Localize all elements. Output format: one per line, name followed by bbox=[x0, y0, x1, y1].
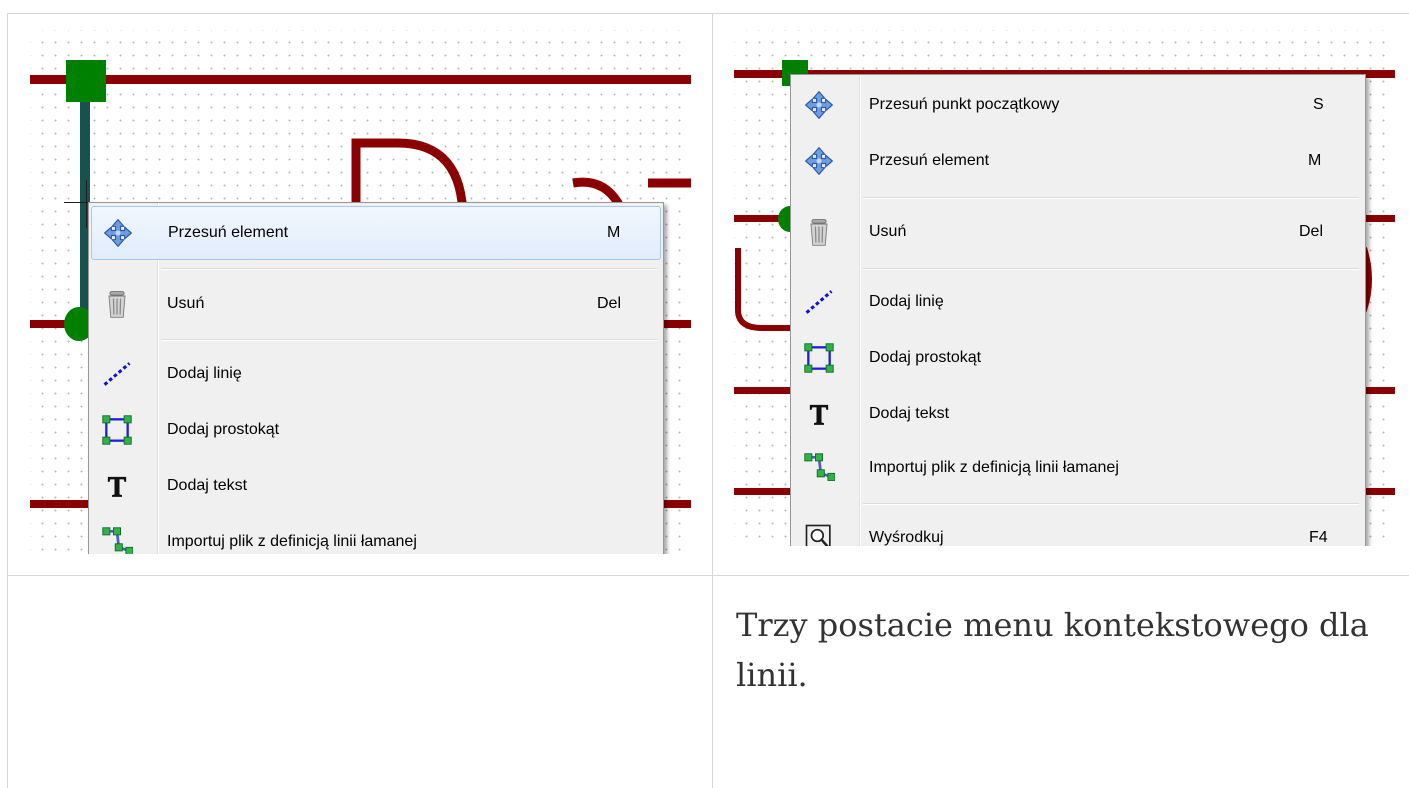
menu-item-label: Usuń bbox=[167, 295, 205, 312]
menu-item-label: Dodaj tekst bbox=[869, 405, 950, 422]
start-point-handle[interactable] bbox=[66, 60, 106, 102]
left-screenshot: Przesuń element M Usuń Del Dodaj linię D… bbox=[30, 30, 691, 554]
menu-separator bbox=[161, 339, 657, 341]
move-icon bbox=[801, 87, 837, 123]
context-menu-right: Przesuń punkt początkowy S Przesuń eleme… bbox=[790, 74, 1366, 546]
menu-item-delete[interactable]: Usuń Del bbox=[91, 277, 661, 331]
menu-item-shortcut: S bbox=[1313, 96, 1324, 113]
menu-item-delete[interactable]: Usuń Del bbox=[793, 205, 1363, 259]
menu-item-shortcut: Del bbox=[597, 295, 622, 312]
menu-item-label: Przesuń element bbox=[168, 224, 289, 241]
menu-item-move-element[interactable]: Przesuń element M bbox=[793, 134, 1363, 188]
menu-item-shortcut: Del bbox=[1299, 223, 1324, 240]
menu-item-add-line[interactable]: Dodaj linię bbox=[793, 275, 1363, 329]
menu-item-label: Importuj plik z definicją linii łamanej bbox=[167, 533, 417, 550]
menu-separator bbox=[161, 268, 657, 270]
wire-top bbox=[30, 75, 691, 84]
menu-separator bbox=[863, 503, 1359, 505]
table-divider-vertical bbox=[712, 13, 713, 788]
menu-item-shortcut: M bbox=[1308, 152, 1322, 169]
add-rectangle-icon bbox=[801, 340, 837, 376]
menu-item-move-element[interactable]: Przesuń element M bbox=[91, 206, 661, 260]
menu-item-label: Dodaj prostokąt bbox=[167, 421, 280, 438]
move-icon bbox=[100, 215, 136, 251]
add-rectangle-icon bbox=[99, 412, 135, 448]
caption-text: Trzy postacie menu kontekstowego dla lin… bbox=[736, 606, 1369, 694]
menu-item-move-start-point[interactable]: Przesuń punkt początkowy S bbox=[793, 78, 1363, 132]
trash-icon bbox=[99, 286, 135, 322]
menu-item-import-polyline[interactable]: Importuj plik z definicją linii łamanej bbox=[91, 515, 661, 554]
import-polyline-icon bbox=[801, 450, 837, 486]
menu-item-label: Dodaj linię bbox=[167, 365, 242, 382]
menu-item-label: Przesuń element bbox=[869, 152, 990, 169]
add-text-icon bbox=[801, 396, 837, 432]
menu-item-shortcut: F4 bbox=[1309, 529, 1328, 546]
menu-separator bbox=[863, 197, 1359, 199]
zoom-center-icon bbox=[801, 520, 837, 546]
menu-item-center[interactable]: Wyśrodkuj F4 bbox=[793, 511, 1363, 546]
menu-item-add-text[interactable]: Dodaj tekst bbox=[793, 387, 1363, 441]
menu-item-add-rectangle[interactable]: Dodaj prostokąt bbox=[793, 331, 1363, 385]
cursor-vertical bbox=[86, 180, 87, 228]
import-polyline-icon bbox=[99, 524, 135, 554]
trash-icon bbox=[801, 214, 837, 250]
menu-item-add-text[interactable]: Dodaj tekst bbox=[91, 459, 661, 513]
menu-item-label: Wyśrodkuj bbox=[869, 529, 944, 546]
menu-item-label: Dodaj linię bbox=[869, 293, 944, 310]
table-divider-horizontal bbox=[7, 575, 1409, 576]
add-text-icon bbox=[99, 468, 135, 504]
menu-item-shortcut: M bbox=[607, 224, 621, 241]
menu-separator bbox=[863, 268, 1359, 270]
move-icon bbox=[801, 143, 837, 179]
right-screenshot: Przesuń punkt początkowy S Przesuń eleme… bbox=[734, 30, 1395, 546]
menu-item-label: Usuń bbox=[869, 223, 907, 240]
menu-item-label: Dodaj tekst bbox=[167, 477, 248, 494]
context-menu-left: Przesuń element M Usuń Del Dodaj linię D… bbox=[88, 202, 664, 554]
add-line-icon bbox=[801, 284, 837, 320]
menu-item-add-line[interactable]: Dodaj linię bbox=[91, 347, 661, 401]
menu-item-import-polyline[interactable]: Importuj plik z definicją linii łamanej bbox=[793, 441, 1363, 495]
add-line-icon bbox=[99, 356, 135, 392]
menu-item-label: Importuj plik z definicją linii łamanej bbox=[869, 459, 1119, 476]
menu-item-label: Przesuń punkt początkowy bbox=[869, 96, 1060, 113]
menu-item-add-rectangle[interactable]: Dodaj prostokąt bbox=[91, 403, 661, 457]
menu-item-label: Dodaj prostokąt bbox=[869, 349, 982, 366]
